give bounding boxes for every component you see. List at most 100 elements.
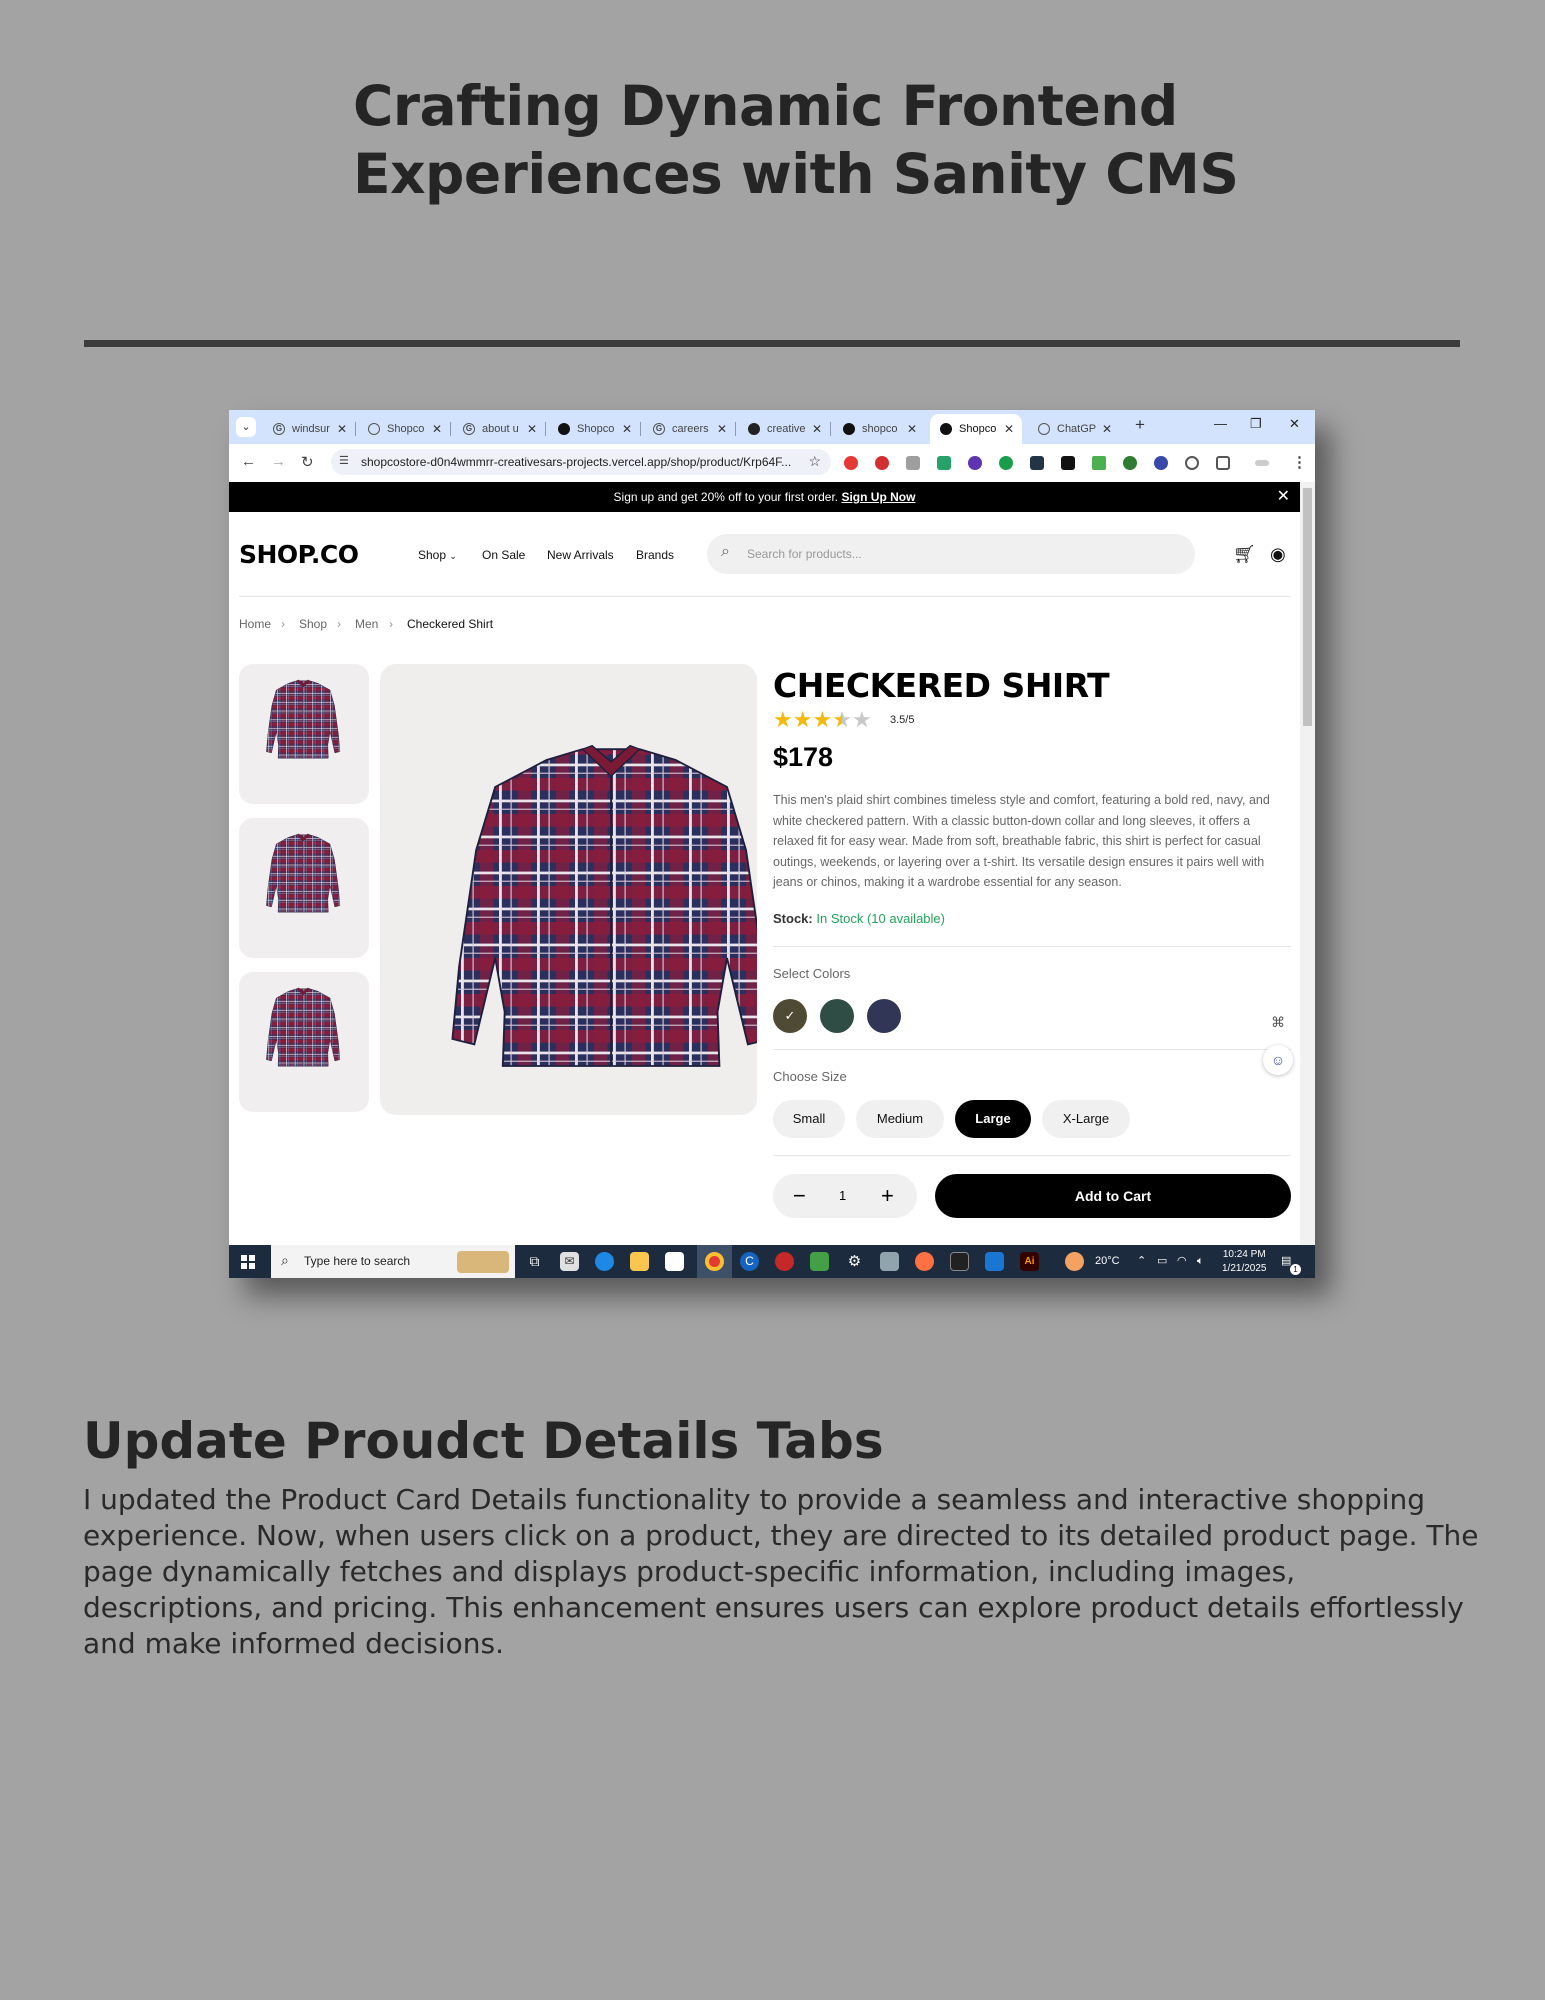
size-small-button[interactable]: Small <box>773 1100 845 1138</box>
tab-shopco-active[interactable]: Shopco ✕ <box>930 414 1022 444</box>
reload-icon[interactable]: ↻ <box>301 453 314 471</box>
add-to-cart-button[interactable]: Add to Cart <box>935 1174 1291 1218</box>
app-red-icon[interactable] <box>775 1252 794 1271</box>
wifi-icon[interactable]: ◠ <box>1177 1245 1187 1278</box>
tab-search-icon[interactable]: ⌄ <box>236 417 256 437</box>
mail-icon[interactable]: ✉ <box>560 1252 579 1271</box>
camera-icon[interactable] <box>906 456 920 470</box>
plus-icon[interactable]: + <box>881 1174 894 1218</box>
breadcrumb-home[interactable]: Home <box>239 617 271 631</box>
grammarly-icon[interactable] <box>999 456 1013 470</box>
extension-black-icon[interactable] <box>1061 456 1075 470</box>
extension-green-icon[interactable] <box>937 456 951 470</box>
extension-lines-icon[interactable] <box>1092 456 1106 470</box>
tab-creative[interactable]: creative ✕ <box>738 414 831 444</box>
extension-gear-icon[interactable] <box>1154 456 1168 470</box>
extension-face-icon[interactable] <box>1185 456 1199 470</box>
notifications-icon[interactable]: ▤ <box>1281 1245 1291 1278</box>
extensions-puzzle-icon[interactable] <box>1216 456 1230 470</box>
color-swatch-olive[interactable]: ✓ <box>773 999 807 1033</box>
window-close-icon[interactable]: ✕ <box>1289 416 1300 432</box>
taskbar-search-input[interactable]: ⌕ Type here to search <box>271 1245 515 1278</box>
close-icon[interactable]: ✕ <box>527 414 537 444</box>
chevron-up-icon[interactable]: ⌃ <box>1137 1245 1146 1278</box>
breadcrumb-shop[interactable]: Shop <box>299 617 327 631</box>
bookmark-star-icon[interactable]: ☆ <box>808 453 821 470</box>
tab-windsurf[interactable]: Gwindsur ✕ <box>263 414 356 444</box>
cursor-app-icon[interactable]: C <box>740 1252 759 1271</box>
close-icon[interactable]: ✕ <box>622 414 632 444</box>
tab-shopco-1[interactable]: Shopco ✕ <box>358 414 451 444</box>
adblock-icon[interactable] <box>844 456 858 470</box>
file-explorer-icon[interactable] <box>630 1252 649 1271</box>
edge-icon[interactable] <box>595 1252 614 1271</box>
cart-icon[interactable]: 🛒︎ <box>1233 544 1256 565</box>
extension-red-icon[interactable] <box>875 456 889 470</box>
close-icon[interactable]: ✕ <box>717 414 727 444</box>
site-logo[interactable]: SHOP.CO <box>239 540 359 569</box>
breadcrumb-men[interactable]: Men <box>355 617 378 631</box>
forward-icon[interactable]: → <box>271 453 286 470</box>
taskbar-clock[interactable]: 10:24 PM 1/21/2025 <box>1222 1248 1267 1276</box>
nav-brands[interactable]: Brands <box>636 548 674 562</box>
url-field[interactable]: ☰ shopcostore-d0n4wmmrr-creativesars-pro… <box>331 449 831 475</box>
terminal-icon[interactable] <box>950 1252 969 1271</box>
close-icon[interactable]: ✕ <box>1004 414 1014 444</box>
scrollbar[interactable] <box>1300 482 1315 1245</box>
product-thumbnail-3[interactable] <box>239 972 369 1112</box>
new-tab-icon[interactable]: + <box>1135 415 1145 435</box>
size-large-button[interactable]: Large <box>955 1100 1031 1138</box>
product-thumbnail-2[interactable] <box>239 818 369 958</box>
scrollbar-thumb[interactable] <box>1303 488 1312 726</box>
site-settings-icon[interactable]: ☰ <box>339 454 349 467</box>
close-icon[interactable]: ✕ <box>1277 482 1290 512</box>
extension-purple-icon[interactable] <box>968 456 982 470</box>
tab-chatgpt[interactable]: ChatGP ✕ <box>1028 414 1120 444</box>
chrome-icon[interactable] <box>705 1252 724 1271</box>
minimize-icon[interactable]: — <box>1214 416 1227 431</box>
close-icon[interactable]: ✕ <box>337 414 347 444</box>
app-gray-icon[interactable] <box>880 1252 899 1271</box>
task-view-icon[interactable]: ⧉ <box>525 1252 544 1271</box>
illustrator-icon[interactable]: Ai <box>1020 1252 1039 1271</box>
size-xlarge-button[interactable]: X-Large <box>1042 1100 1130 1138</box>
vscode-icon[interactable] <box>985 1252 1004 1271</box>
tab-careers[interactable]: Gcareers ✕ <box>643 414 736 444</box>
shortcut-icon[interactable]: ⌘ <box>1263 1007 1293 1037</box>
nav-shop[interactable]: Shop ⌄ <box>418 548 457 562</box>
network-icon[interactable]: ▭ <box>1157 1245 1167 1278</box>
close-icon[interactable]: ✕ <box>432 414 442 444</box>
firefox-icon[interactable] <box>915 1252 934 1271</box>
volume-icon[interactable]: 🔈︎ <box>1197 1245 1204 1278</box>
tab-about-us[interactable]: Gabout u ✕ <box>453 414 546 444</box>
back-icon[interactable]: ← <box>241 453 256 470</box>
extension-dark-icon[interactable] <box>1030 456 1044 470</box>
profile-icon[interactable] <box>1255 460 1269 466</box>
assistant-face-icon[interactable]: ☺ <box>1263 1045 1293 1075</box>
account-icon[interactable]: ◉ <box>1270 544 1286 565</box>
color-swatch-navy[interactable] <box>867 999 901 1033</box>
nav-on-sale[interactable]: On Sale <box>482 548 525 562</box>
settings-gear-icon[interactable]: ⚙ <box>845 1252 864 1271</box>
tab-shopco-3[interactable]: shopco ✕ <box>833 414 925 444</box>
color-swatch-green[interactable] <box>820 999 854 1033</box>
close-icon[interactable]: ✕ <box>1102 414 1112 444</box>
app-green-icon[interactable] <box>810 1252 829 1271</box>
restore-icon[interactable]: ❐ <box>1250 416 1262 432</box>
nav-new-arrivals[interactable]: New Arrivals <box>547 548 614 562</box>
chevron-right-icon: › <box>337 617 341 631</box>
extension-leaf-icon[interactable] <box>1123 456 1137 470</box>
search-input[interactable]: ⌕ Search for products... <box>707 534 1195 574</box>
product-thumbnail-1[interactable] <box>239 664 369 804</box>
section-title: Update Proudct Details Tabs <box>83 1412 884 1470</box>
menu-kebab-icon[interactable]: ⋮ <box>1292 453 1307 471</box>
close-icon[interactable]: ✕ <box>907 414 917 444</box>
size-medium-button[interactable]: Medium <box>856 1100 944 1138</box>
minus-icon[interactable]: − <box>793 1174 806 1218</box>
tab-shopco-2[interactable]: Shopco ✕ <box>548 414 641 444</box>
windows-start-icon[interactable] <box>241 1255 255 1269</box>
star-icon: ★ <box>773 707 793 732</box>
store-icon[interactable] <box>665 1252 684 1271</box>
sign-up-link[interactable]: Sign Up Now <box>841 490 915 504</box>
close-icon[interactable]: ✕ <box>812 414 822 444</box>
